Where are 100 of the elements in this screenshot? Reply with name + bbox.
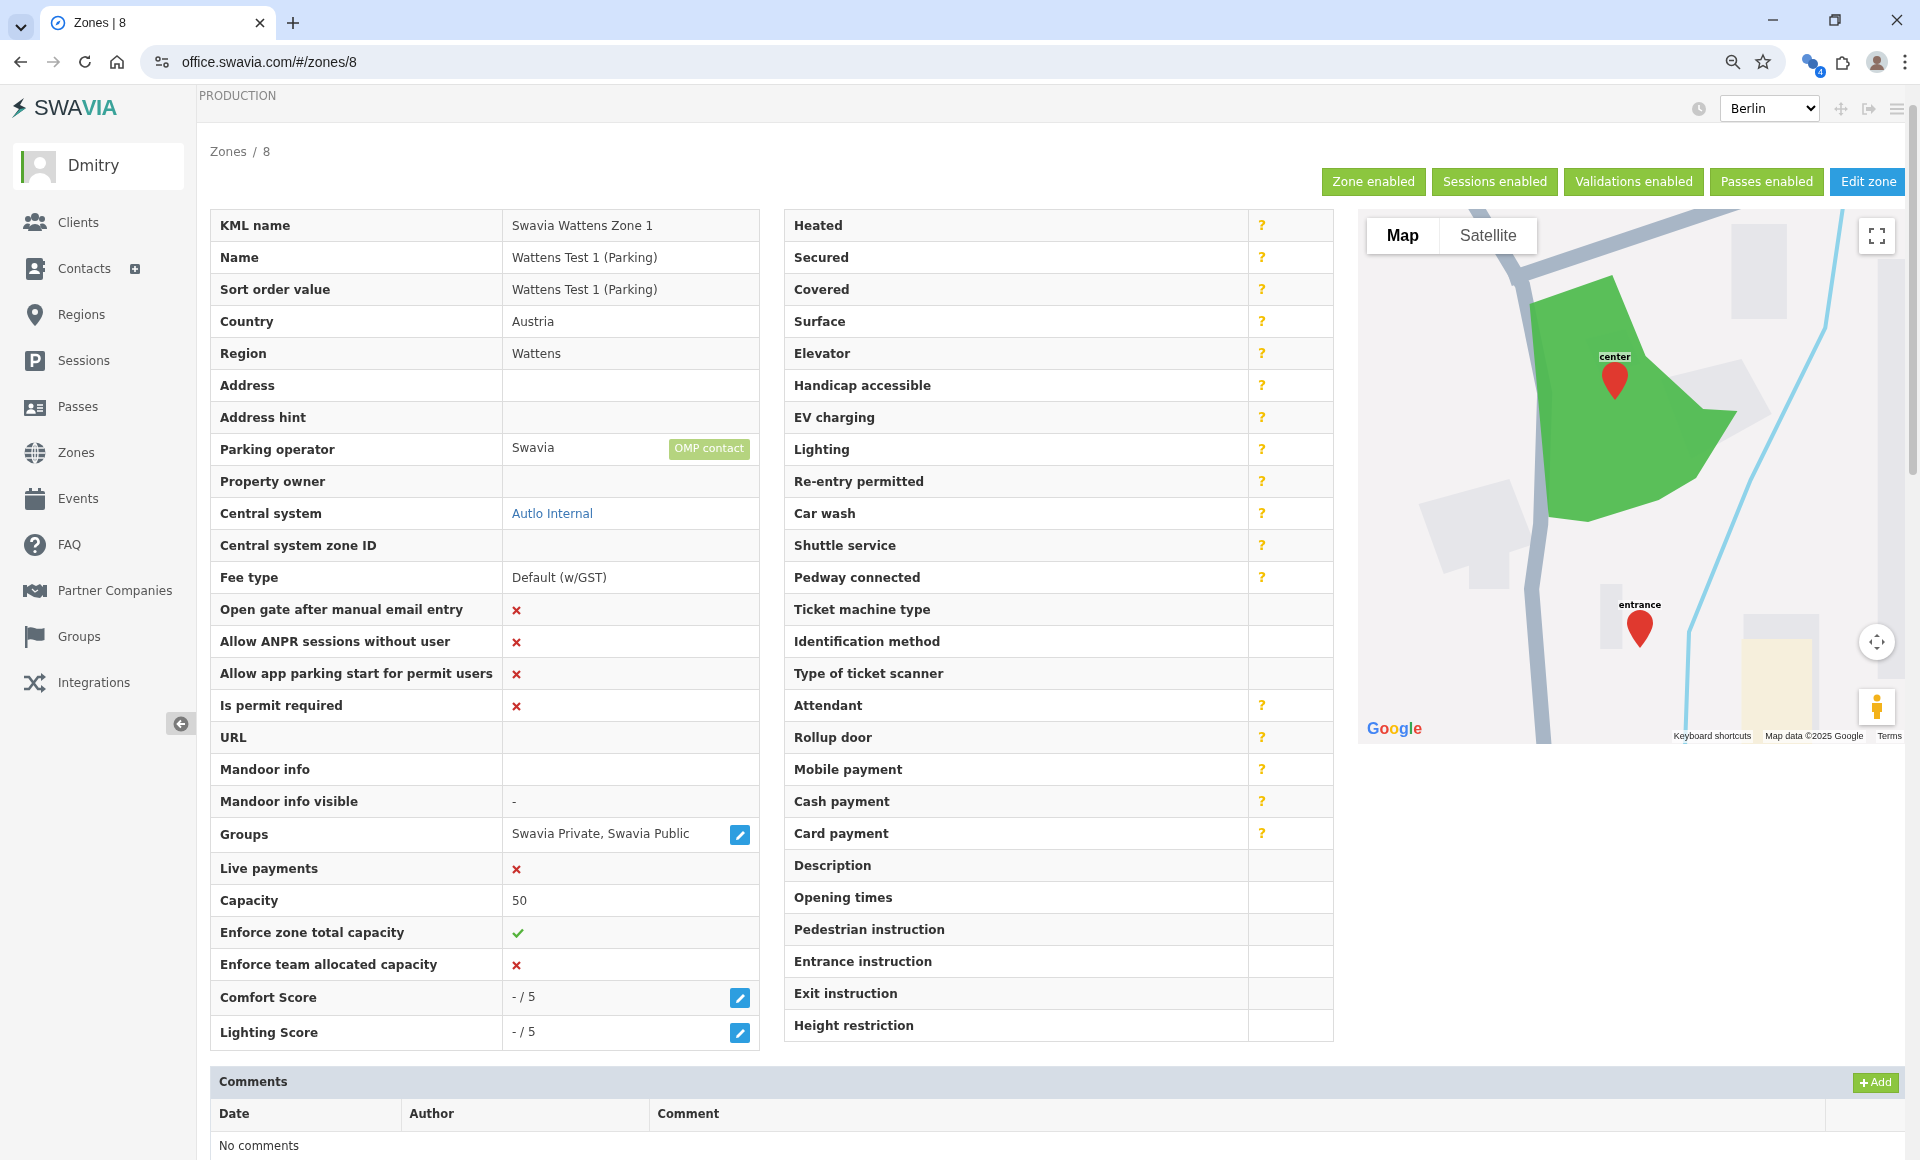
star-icon[interactable] xyxy=(1754,53,1772,71)
nav-item[interactable]: Regions xyxy=(0,292,196,338)
user-name: Dmitry xyxy=(68,156,120,178)
tab-list-icon[interactable] xyxy=(8,14,34,40)
unknown-mark: ? xyxy=(1258,473,1267,489)
timezone-select[interactable]: Berlin xyxy=(1720,95,1820,122)
nav-item[interactable]: Groups xyxy=(0,614,196,660)
avatar-icon[interactable] xyxy=(1866,51,1888,73)
field-label: Fee type xyxy=(210,561,503,594)
field-label: Is permit required xyxy=(210,689,503,722)
avatar-icon xyxy=(21,150,56,183)
field-link[interactable]: Autlo Internal xyxy=(511,506,594,521)
unknown-mark: ? xyxy=(1258,729,1267,745)
field-value: Swavia Wattens Zone 1 xyxy=(511,218,654,233)
more-options-icon[interactable] xyxy=(1902,53,1908,71)
tab-title: Zones | 8 xyxy=(74,14,127,32)
map-type-tab[interactable]: Satellite xyxy=(1439,218,1537,254)
breadcrumb-link[interactable]: Zones xyxy=(210,143,247,168)
feature-label: Re-entry permitted xyxy=(784,465,1249,498)
field-value: - / 5 xyxy=(511,1025,536,1039)
nav-item[interactable]: Clients xyxy=(0,200,196,246)
pencil-icon xyxy=(734,992,746,1004)
globe-icon xyxy=(22,441,48,465)
zoom-icon[interactable] xyxy=(1724,53,1742,71)
nav-item[interactable]: Sessions xyxy=(0,338,196,384)
empty-message: No comments xyxy=(219,1138,299,1153)
compass-icon xyxy=(50,15,66,31)
field-label: Address hint xyxy=(210,401,503,434)
arrow-left-icon xyxy=(173,715,189,732)
parking-icon xyxy=(22,349,48,373)
restore-icon[interactable] xyxy=(1828,13,1842,27)
nav-item[interactable]: Zones xyxy=(0,430,196,476)
field-value: Default (w/GST) xyxy=(511,570,608,585)
home-icon[interactable] xyxy=(108,53,126,71)
nav-item[interactable]: FAQ xyxy=(0,522,196,568)
fullscreen-button[interactable] xyxy=(1859,218,1895,254)
nav-item[interactable]: Events xyxy=(0,476,196,522)
field-label: Lighting Score xyxy=(210,1015,503,1051)
browser-tab[interactable]: Zones | 8 xyxy=(40,6,276,40)
unknown-mark: ? xyxy=(1258,441,1267,457)
breadcrumb-separator: / xyxy=(252,144,257,161)
field-label: Central system xyxy=(210,497,503,530)
feature-label: Type of ticket scanner xyxy=(784,657,1249,690)
field-label: Allow ANPR sessions without user xyxy=(210,625,503,658)
feature-label: Entrance instruction xyxy=(784,945,1249,978)
feature-label: Pedestrian instruction xyxy=(784,913,1249,946)
extension-icon[interactable] xyxy=(1800,52,1820,72)
user-card[interactable]: Dmitry xyxy=(13,143,184,190)
feature-label: Attendant xyxy=(784,689,1249,722)
field-label: Sort order value xyxy=(210,273,503,306)
field-label: Parking operator xyxy=(210,433,503,466)
edit-button[interactable] xyxy=(730,1023,750,1043)
feature-label: Shuttle service xyxy=(784,529,1249,562)
close-icon[interactable] xyxy=(1890,13,1904,27)
address-bar[interactable]: office.swavia.com/#/zones/8 xyxy=(140,45,1786,79)
edit-button[interactable] xyxy=(730,825,750,845)
url-text: office.swavia.com/#/zones/8 xyxy=(182,52,358,72)
unknown-mark: ? xyxy=(1258,409,1267,425)
map-type-tab[interactable]: Map xyxy=(1367,218,1439,254)
field-value: 50 xyxy=(511,893,528,908)
reload-icon[interactable] xyxy=(76,53,94,71)
field-label: Region xyxy=(210,337,503,370)
field-label: KML name xyxy=(210,209,503,242)
puzzle-icon[interactable] xyxy=(1834,53,1852,71)
plus-square-icon[interactable] xyxy=(130,264,140,274)
field-label: Property owner xyxy=(210,465,503,498)
close-icon[interactable] xyxy=(254,17,266,29)
field-label: Mandoor info xyxy=(210,753,503,786)
column-header: Date xyxy=(211,1099,401,1131)
field-label: Open gate after manual email entry xyxy=(210,593,503,626)
field-label: Enforce team allocated capacity xyxy=(210,948,503,981)
nav-item[interactable]: Integrations xyxy=(0,660,196,706)
feature-label: Elevator xyxy=(784,337,1249,370)
breadcrumb-current: 8 xyxy=(262,144,271,161)
feature-label: Cash payment xyxy=(784,785,1249,818)
nav-item[interactable]: Passes xyxy=(0,384,196,430)
nav-item[interactable]: Contacts xyxy=(0,246,196,292)
scrollbar-thumb[interactable] xyxy=(1909,105,1917,475)
feature-label: EV charging xyxy=(784,401,1249,434)
collapse-button[interactable] xyxy=(166,712,196,735)
site-settings-icon[interactable] xyxy=(154,54,170,70)
nav-item[interactable]: Partner Companies xyxy=(0,568,196,614)
feature-label: Rollup door xyxy=(784,721,1249,754)
field-value: Swavia xyxy=(511,441,555,456)
unknown-mark: ? xyxy=(1258,217,1267,233)
feature-label: Opening times xyxy=(784,881,1249,914)
feature-label: Mobile payment xyxy=(784,753,1249,786)
map-marker-icon[interactable] xyxy=(1601,361,1629,401)
field-label: Allow app parking start for permit users xyxy=(210,657,503,690)
map-marker-icon[interactable] xyxy=(1626,609,1654,649)
feature-label: Handicap accessible xyxy=(784,369,1249,402)
marker-label: entrance xyxy=(1617,600,1663,610)
logo-text: SWAVIA xyxy=(34,94,117,122)
map-logo: Google xyxy=(1367,719,1423,739)
edit-button[interactable] xyxy=(730,988,750,1008)
arrows-icon xyxy=(1868,633,1886,651)
unknown-mark: ? xyxy=(1258,537,1267,553)
feature-label: Heated xyxy=(784,209,1249,242)
field-value: Wattens Test 1 (Parking) xyxy=(511,250,658,265)
unknown-mark: ? xyxy=(1258,313,1267,329)
